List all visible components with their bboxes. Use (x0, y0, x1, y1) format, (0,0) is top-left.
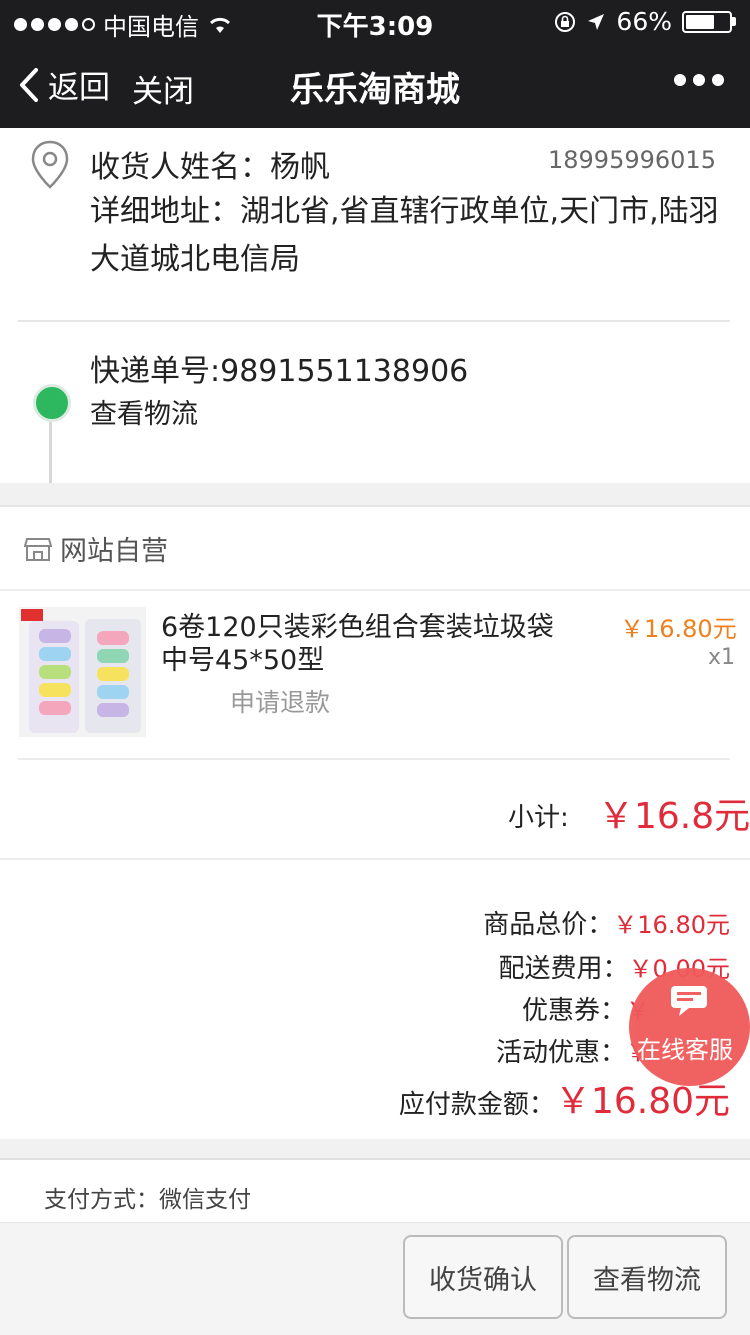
goods-total-label: 商品总价： (483, 910, 614, 940)
chat-bubble-icon (671, 986, 707, 1016)
page-title: 乐乐淘商城 (290, 70, 460, 110)
store-icon (24, 537, 52, 561)
total-label: 应付款金额： (398, 1090, 555, 1120)
nav-bar: 返回 关闭 乐乐淘商城 (0, 40, 750, 128)
more-dot (693, 74, 705, 86)
customer-service-button[interactable]: 在线客服 (629, 968, 750, 1086)
divider (18, 320, 730, 322)
address-card: 收货人姓名：杨帆 18995996015 详细地址：湖北省,省直辖行政单位,天门… (0, 128, 750, 483)
tracking-number: 快递单号:9891551138906 (90, 354, 469, 389)
shop-name: 网站自营 (60, 536, 168, 567)
product-quantity: x1 (708, 645, 736, 670)
divider (18, 758, 730, 760)
more-menu-button[interactable] (674, 74, 724, 86)
product-title[interactable]: 6卷120只装彩色组合套装垃圾袋中号45*50型 (161, 611, 561, 677)
timeline-line (49, 416, 52, 483)
customer-service-label: 在线客服 (637, 1036, 733, 1064)
view-logistics-link[interactable]: 查看物流 (90, 392, 198, 431)
shipping-label: 配送费用： (498, 954, 629, 984)
promo-row: 活动优惠： ￥ (496, 1032, 650, 1069)
subtotal-value: ￥16.8元 (598, 796, 750, 837)
view-logistics-button[interactable]: 查看物流 (567, 1235, 727, 1319)
product-thumbnail (19, 607, 146, 737)
goods-total-row: 商品总价： ￥16.80元 (483, 904, 730, 941)
promo-label: 活动优惠： (495, 1038, 626, 1068)
status-right: 66% (554, 7, 736, 36)
confirm-receipt-button[interactable]: 收货确认 (403, 1235, 563, 1319)
more-dot (674, 74, 686, 86)
subtotal-label: 小计: (508, 803, 569, 833)
product-image[interactable] (19, 607, 146, 737)
address-detail: 详细地址：湖北省,省直辖行政单位,天门市,陆羽大道城北电信局 (90, 194, 719, 277)
battery-icon (682, 10, 736, 33)
refund-button[interactable]: 申请退款 (230, 683, 330, 719)
order-items-card: 网站自营 6卷120只装彩色组合套装垃圾袋中号45*50型 ￥16.80元 x1… (0, 505, 750, 859)
footer-bar: 收货确认 查看物流 (0, 1222, 750, 1335)
more-dot (712, 74, 724, 86)
payment-method-card: 支付方式：微信支付 (0, 1158, 750, 1224)
status-bar: 中国电信 下午3:09 66% (0, 0, 750, 42)
recipient-phone: 18995996015 (548, 146, 716, 174)
location-arrow-icon (588, 13, 605, 30)
battery-percent: 66% (616, 7, 672, 36)
recipient-name: 收货人姓名：杨帆 (90, 150, 330, 185)
rotation-lock-icon (555, 11, 576, 32)
product-price: ￥16.80元 (620, 615, 737, 643)
location-pin-icon (31, 140, 69, 189)
top-bar: 中国电信 下午3:09 66% 返回 关闭 乐乐淘商城 (0, 0, 750, 128)
goods-total-value: ￥16.80元 (613, 911, 730, 939)
payment-method: 支付方式：微信支付 (44, 1187, 251, 1213)
shop-header: 网站自营 (24, 529, 168, 568)
timeline-dot (33, 384, 71, 422)
divider (0, 589, 750, 591)
coupon-label: 优惠券： (521, 996, 626, 1026)
